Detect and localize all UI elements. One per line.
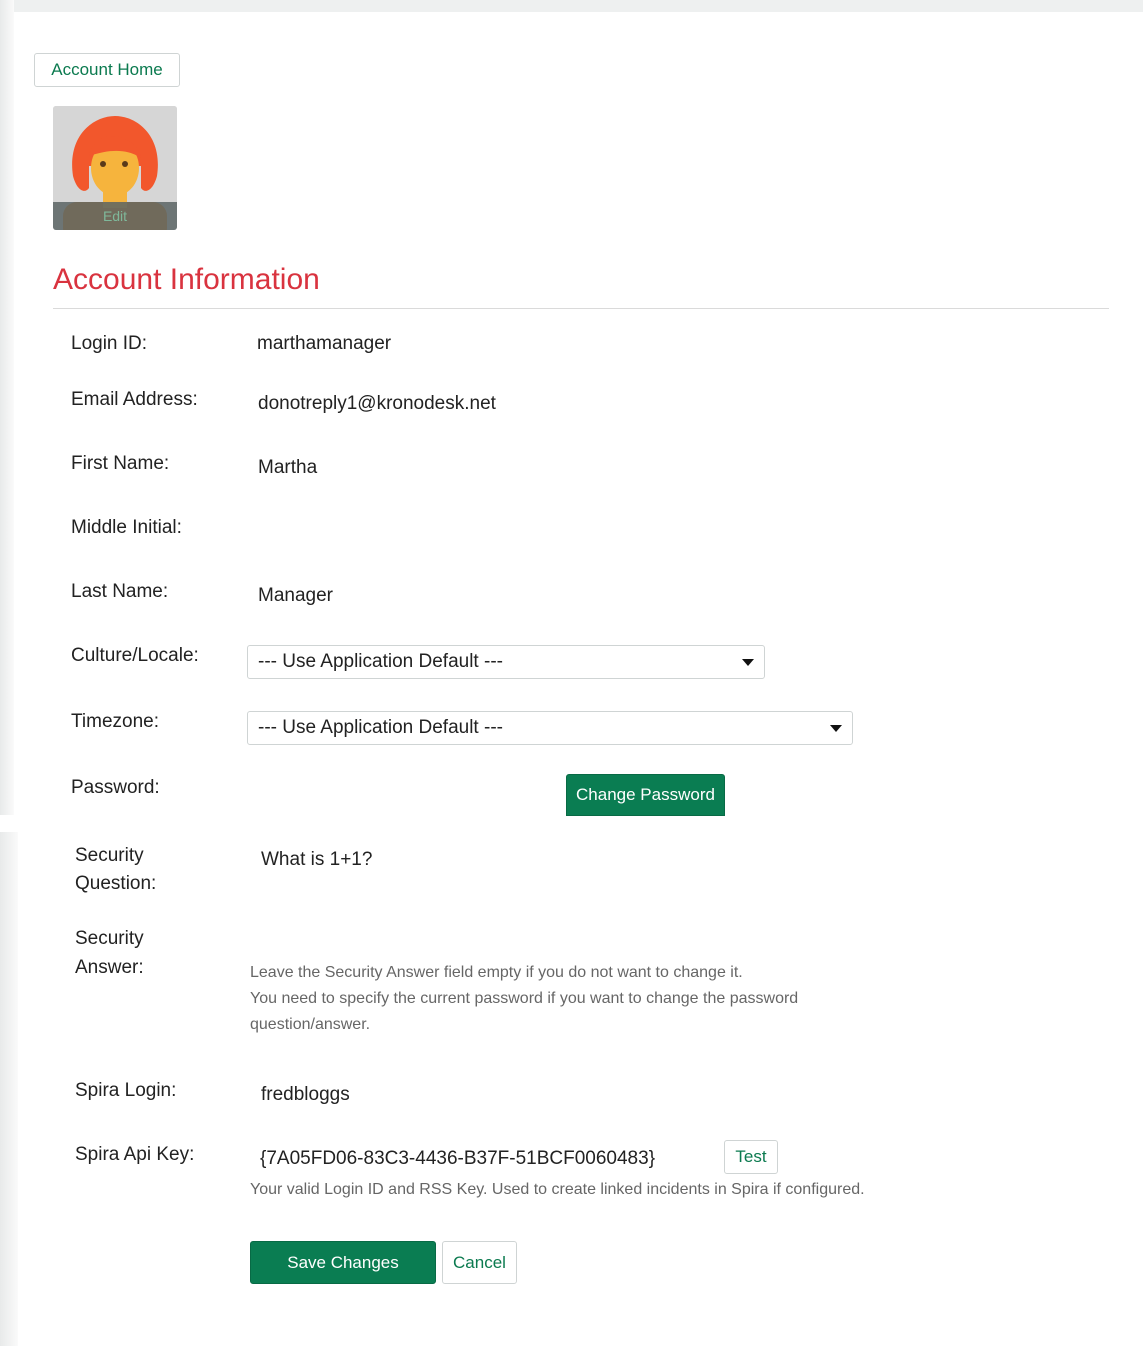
security-answer-label-line2: Answer: — [75, 957, 144, 978]
section-gap — [0, 815, 1143, 832]
security-answer-label-line1: Security — [75, 928, 144, 949]
password-label: Password: — [71, 777, 160, 798]
culture-select-value: --- Use Application Default --- — [258, 651, 503, 672]
email-value: donotreply1@kronodesk.net — [258, 393, 496, 414]
account-home-button[interactable]: Account Home — [34, 53, 180, 87]
chevron-down-icon — [830, 725, 842, 732]
chevron-down-icon — [742, 659, 754, 666]
login-id-value: marthamanager — [257, 333, 392, 354]
save-changes-button[interactable]: Save Changes — [250, 1241, 436, 1284]
spira-login-value: fredbloggs — [261, 1084, 350, 1105]
avatar[interactable]: Edit — [53, 106, 177, 230]
timezone-select-value: --- Use Application Default --- — [258, 717, 503, 738]
security-answer-help-3: question/answer. — [250, 1016, 371, 1033]
avatar-edit-label[interactable]: Edit — [53, 202, 177, 230]
security-answer-help-2: You need to specify the current password… — [250, 990, 799, 1007]
cancel-button[interactable]: Cancel — [442, 1241, 517, 1284]
timezone-label: Timezone: — [71, 711, 159, 732]
last-name-label: Last Name: — [71, 581, 169, 602]
email-label: Email Address: — [71, 389, 198, 410]
first-name-label: First Name: — [71, 453, 170, 474]
test-api-key-button[interactable]: Test — [724, 1140, 778, 1174]
login-id-label: Login ID: — [71, 333, 148, 354]
timezone-select[interactable]: --- Use Application Default --- — [247, 711, 853, 745]
security-question-label-line1: Security — [75, 845, 144, 866]
spira-login-label: Spira Login: — [75, 1080, 177, 1101]
last-name-value: Manager — [258, 585, 333, 606]
first-name-value: Martha — [258, 457, 318, 478]
spira-api-key-help: Your valid Login ID and RSS Key. Used to… — [250, 1181, 865, 1198]
left-edge-shadow-lower — [0, 832, 18, 1346]
change-password-button[interactable]: Change Password — [566, 774, 725, 816]
culture-select[interactable]: --- Use Application Default --- — [247, 645, 765, 679]
security-answer-help-1: Leave the Security Answer field empty if… — [250, 964, 743, 981]
spira-api-key-label: Spira Api Key: — [75, 1144, 195, 1165]
page-title: Account Information — [53, 263, 320, 296]
spira-api-key-value: {7A05FD06-83C3-4436-B37F-51BCF0060483} — [260, 1148, 656, 1169]
security-question-label-line2: Question: — [75, 873, 157, 894]
left-edge-shadow — [0, 0, 14, 815]
security-question-value: What is 1+1? — [261, 849, 373, 870]
culture-label: Culture/Locale: — [71, 645, 199, 666]
top-strip — [0, 0, 1143, 12]
heading-divider — [53, 308, 1109, 309]
middle-initial-label: Middle Initial: — [71, 517, 182, 538]
